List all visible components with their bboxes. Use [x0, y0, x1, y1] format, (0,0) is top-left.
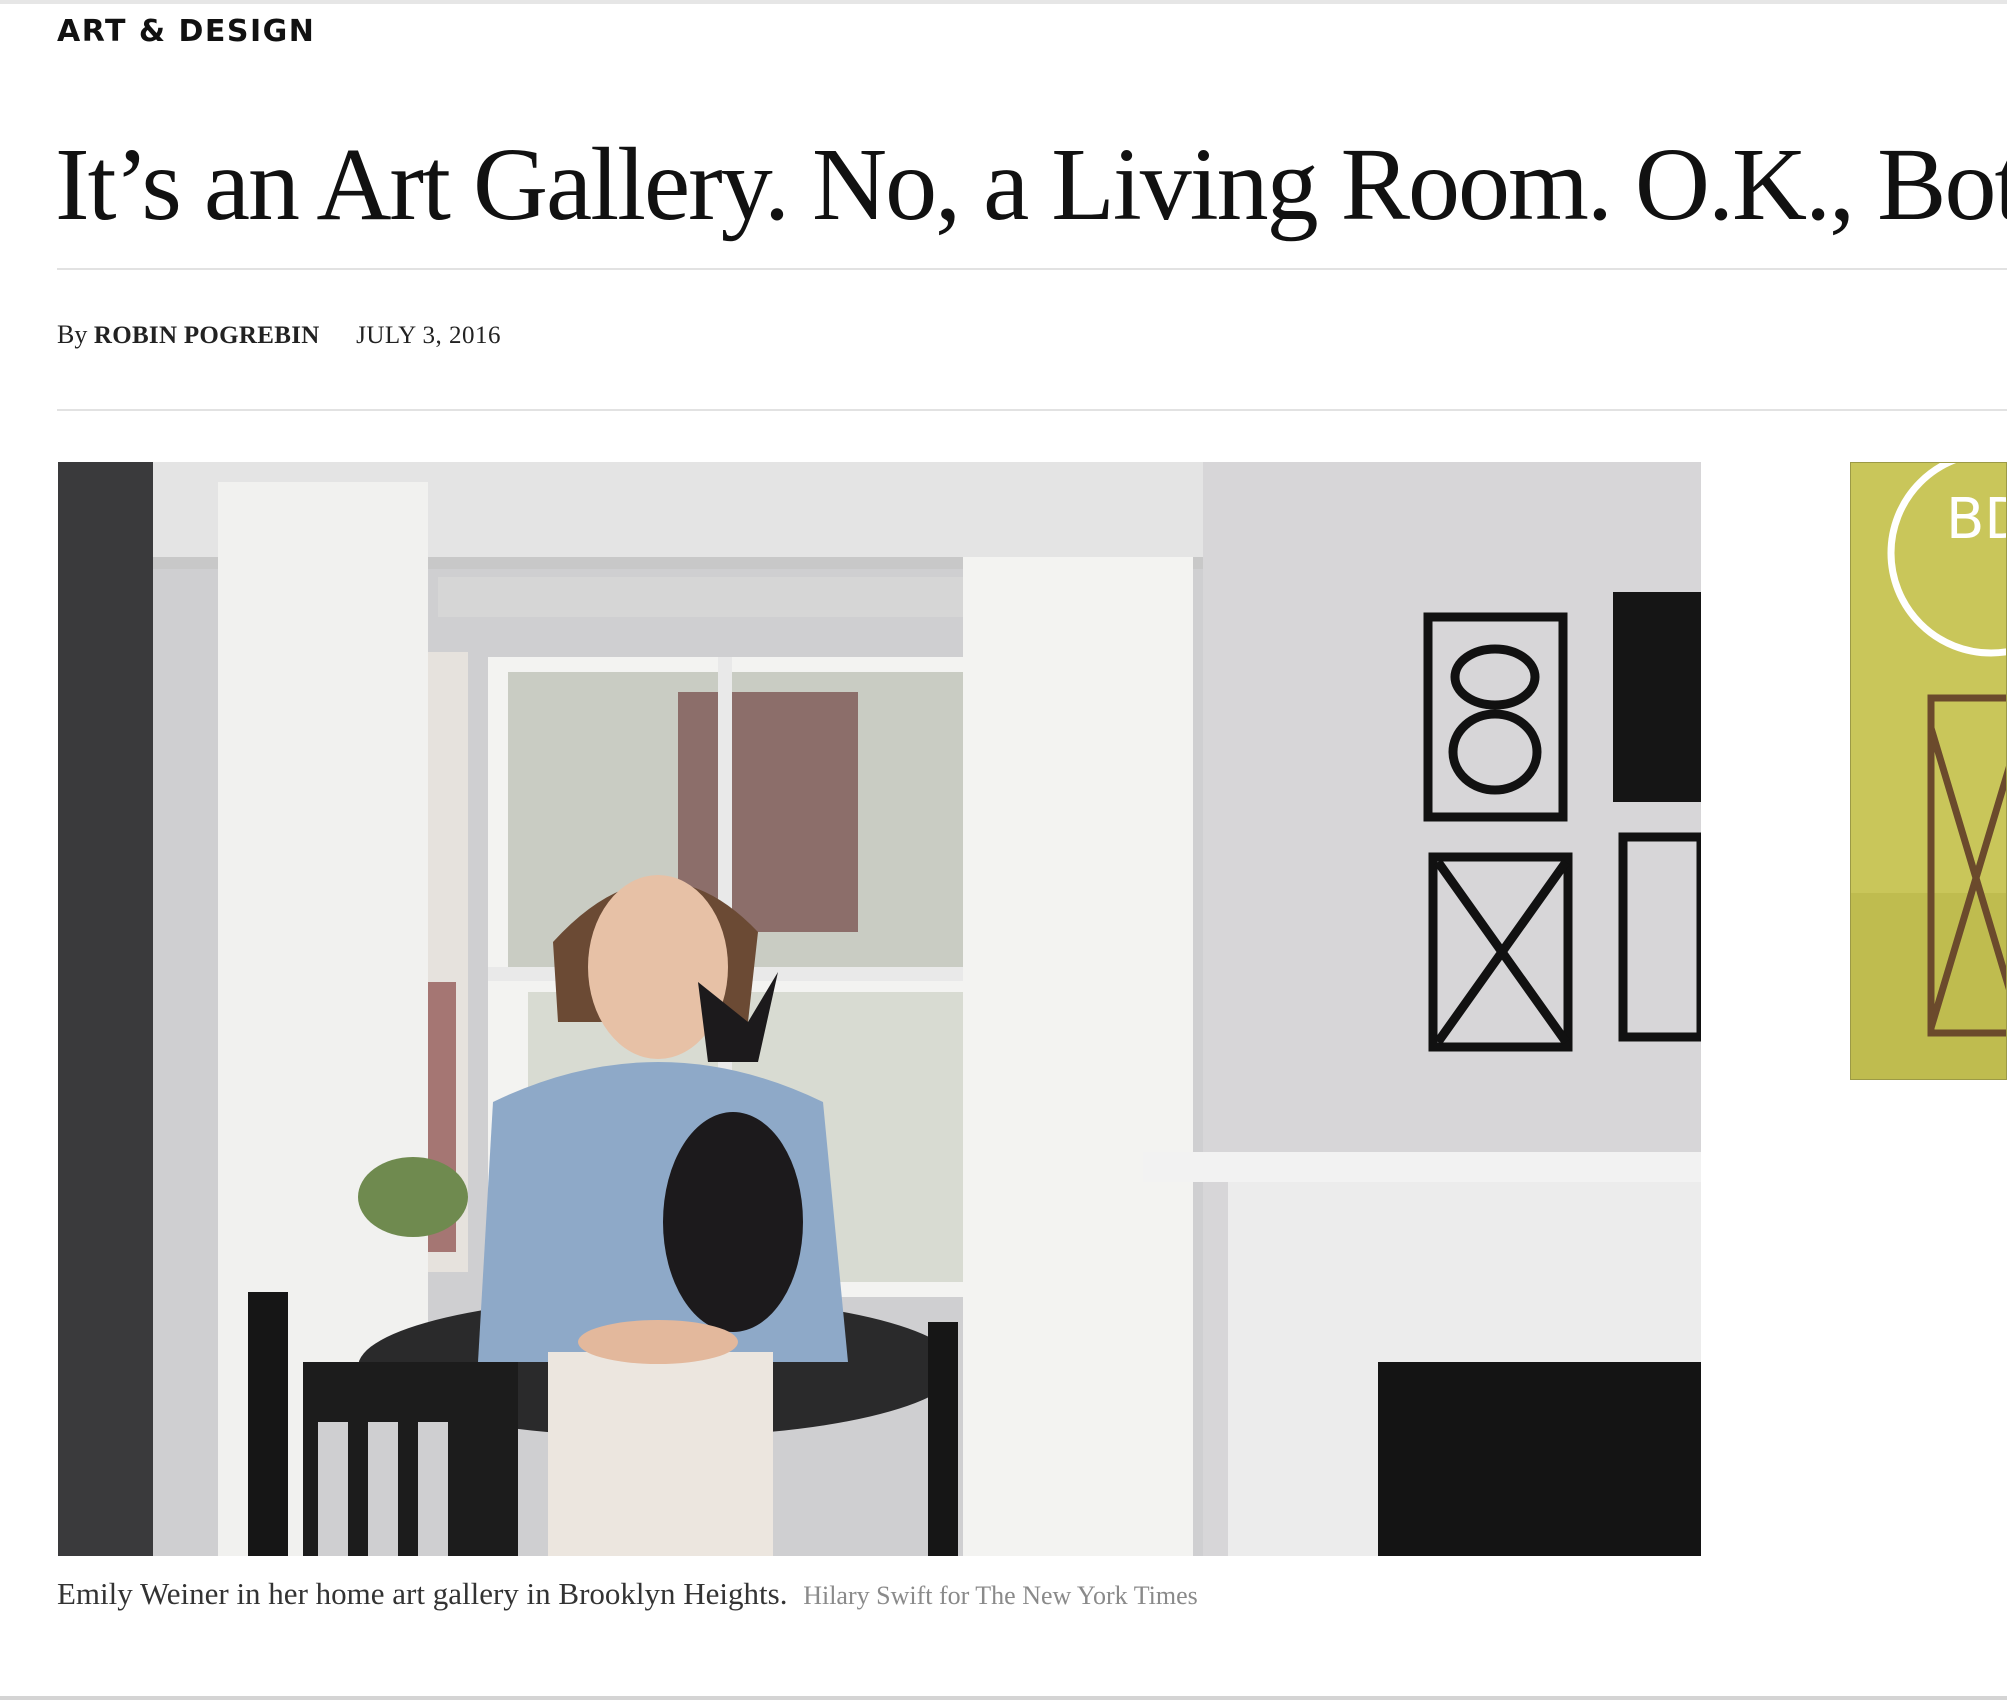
caption-text: Emily Weiner in her home art gallery in … [57, 1576, 788, 1611]
headline-divider [57, 268, 2007, 270]
section-label[interactable]: ART & DESIGN [57, 14, 315, 49]
byline-divider [57, 409, 2007, 411]
lead-photo[interactable] [58, 462, 1701, 1556]
ad-logo-text: BD [1946, 487, 2007, 552]
publish-date: JULY 3, 2016 [356, 322, 502, 349]
lead-photo-illustration [58, 462, 1701, 1556]
byline-prefix: By [57, 320, 88, 349]
author-link[interactable]: ROBIN POGREBIN [94, 322, 320, 349]
sidebar-ad[interactable]: BD [1850, 462, 2007, 1080]
top-divider [0, 0, 2007, 4]
photo-caption: Emily Weiner in her home art gallery in … [57, 1576, 1198, 1612]
bottom-divider [0, 1696, 2007, 1700]
ad-artwork: BD [1851, 463, 2007, 1079]
headline: It’s an Art Gallery. No, a Living Room. … [55, 127, 2007, 242]
photo-credit: Hilary Swift for The New York Times [803, 1581, 1198, 1610]
byline: By ROBIN POGREBIN JULY 3, 2016 [57, 320, 501, 350]
